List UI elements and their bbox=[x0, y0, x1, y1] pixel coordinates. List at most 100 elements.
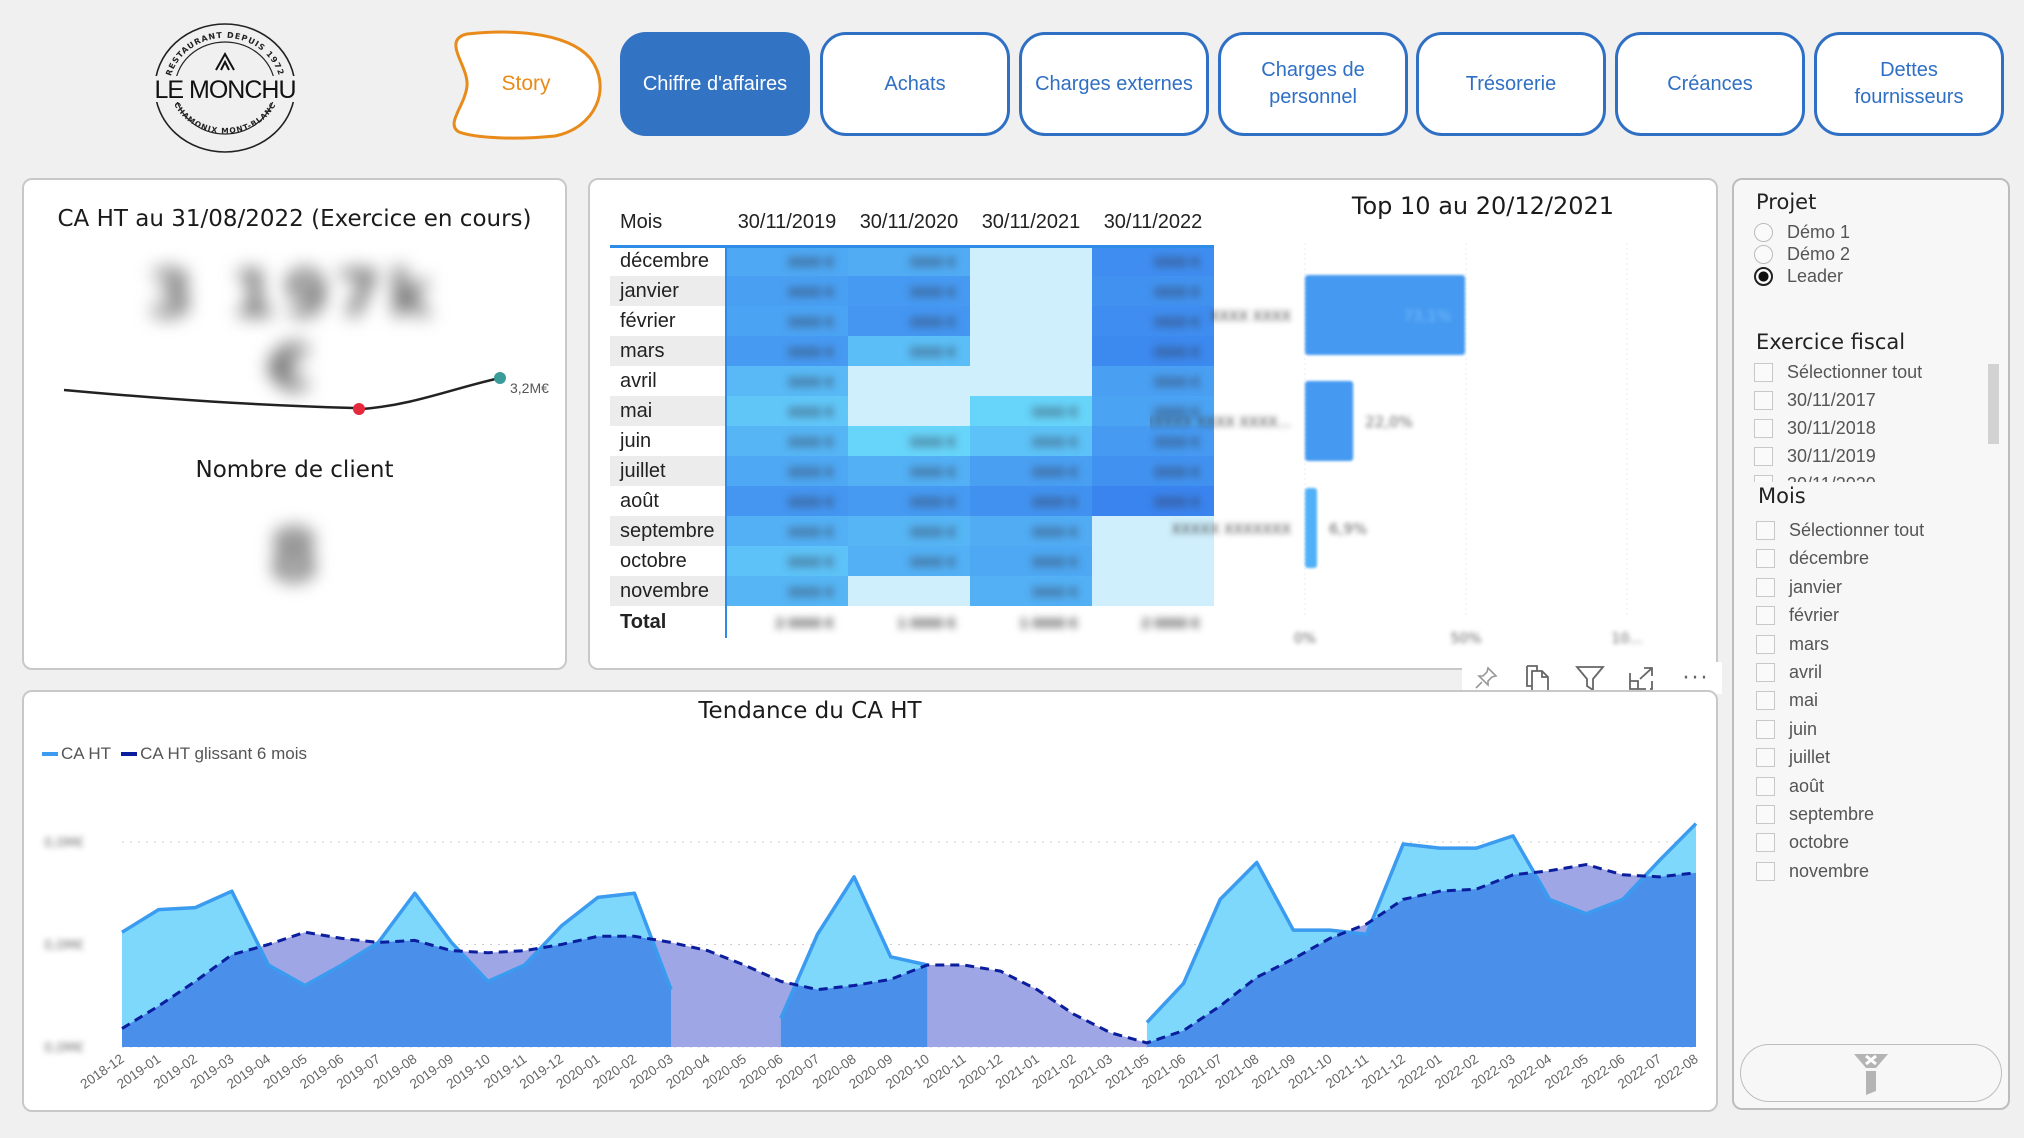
matrix-cell[interactable] bbox=[970, 276, 1092, 306]
nav-achats[interactable]: Achats bbox=[820, 32, 1010, 136]
slicer-exercice-option[interactable]: 30/11/2018 bbox=[1754, 418, 1876, 439]
slicer-mois-option[interactable]: juillet bbox=[1756, 747, 1830, 768]
checkbox-icon[interactable] bbox=[1754, 391, 1773, 410]
matrix-cell[interactable] bbox=[970, 336, 1092, 366]
matrix-cell[interactable]: 0000 € bbox=[848, 546, 970, 576]
checkbox-icon[interactable] bbox=[1756, 521, 1775, 540]
matrix-cell[interactable] bbox=[848, 366, 970, 396]
matrix-cell[interactable] bbox=[970, 366, 1092, 396]
matrix-cell[interactable]: 0000 € bbox=[726, 516, 848, 546]
matrix-cell[interactable]: 0000 € bbox=[848, 516, 970, 546]
matrix-cell[interactable]: 0000 € bbox=[970, 516, 1092, 546]
checkbox-icon[interactable] bbox=[1756, 748, 1775, 768]
matrix-cell[interactable]: 0000 € bbox=[848, 246, 970, 276]
slicer-exercice-option[interactable]: Sélectionner tout bbox=[1754, 362, 1922, 383]
slicer-mois-option[interactable]: novembre bbox=[1756, 861, 1869, 882]
matrix-cell[interactable]: 0000 € bbox=[726, 546, 848, 576]
matrix-row[interactable]: mai 0000 €0000 €0000 € bbox=[610, 396, 1214, 426]
matrix-row[interactable]: février 0000 €0000 €0000 € bbox=[610, 306, 1214, 336]
matrix-row[interactable]: septembre 0000 € 0000 € 0000 € bbox=[610, 516, 1214, 546]
slicer-mois-option[interactable]: janvier bbox=[1756, 577, 1842, 598]
checkbox-icon[interactable] bbox=[1756, 691, 1775, 711]
top10-bar[interactable] bbox=[1305, 381, 1354, 461]
matrix-cell[interactable]: 0000 € bbox=[848, 486, 970, 516]
matrix-row[interactable]: août 0000 €0000 €0000 €0000 € bbox=[610, 486, 1214, 516]
checkbox-icon[interactable] bbox=[1754, 363, 1773, 382]
checkbox-icon[interactable] bbox=[1756, 577, 1775, 597]
slicer-mois-option[interactable]: mars bbox=[1756, 634, 1829, 655]
slicer-projet-option[interactable]: Démo 2 bbox=[1754, 244, 1850, 265]
matrix-cell[interactable]: 0000 € bbox=[726, 426, 848, 456]
checkbox-icon[interactable] bbox=[1756, 663, 1775, 682]
matrix-row[interactable]: décembre 0000 €0000 €0000 € bbox=[610, 246, 1214, 276]
matrix-cell[interactable]: 0000 € bbox=[970, 546, 1092, 576]
matrix-cell[interactable]: 0000 € bbox=[848, 306, 970, 336]
matrix-row[interactable]: juillet 0000 €0000 €0000 €0000 € bbox=[610, 456, 1214, 486]
matrix-cell[interactable] bbox=[848, 576, 970, 606]
matrix-row[interactable]: mars 0000 €0000 €0000 € bbox=[610, 336, 1214, 366]
nav-creances[interactable]: Créances bbox=[1615, 32, 1805, 136]
radio-selected-icon[interactable] bbox=[1754, 267, 1773, 286]
slicer-projet-option[interactable]: Leader bbox=[1754, 266, 1843, 287]
slicer-projet-option[interactable]: Démo 1 bbox=[1754, 222, 1850, 243]
matrix-cell[interactable]: 0000 € bbox=[726, 396, 848, 426]
matrix-cell[interactable]: 0000 € bbox=[726, 246, 848, 276]
matrix-cell[interactable]: 0000 € bbox=[726, 576, 848, 606]
slicer-exercice-option[interactable]: 30/11/2019 bbox=[1754, 446, 1876, 467]
checkbox-icon[interactable] bbox=[1754, 419, 1773, 438]
slicer-mois-option[interactable]: Sélectionner tout bbox=[1756, 520, 1924, 541]
matrix-cell[interactable]: 0000 € bbox=[848, 276, 970, 306]
matrix-cell[interactable]: 0000 € bbox=[726, 366, 848, 396]
matrix-cell[interactable]: 0000 € bbox=[726, 336, 848, 366]
slicer-mois-option[interactable]: décembre bbox=[1756, 548, 1869, 569]
matrix-header-col[interactable]: 30/11/2021 bbox=[970, 200, 1092, 246]
slicer-mois-option[interactable]: avril bbox=[1756, 662, 1822, 683]
matrix-row[interactable]: octobre 0000 € 0000 € 0000 € bbox=[610, 546, 1214, 576]
matrix-cell[interactable]: 0000 € bbox=[726, 276, 848, 306]
matrix-cell[interactable]: 0000 € bbox=[726, 486, 848, 516]
top10-bar[interactable] bbox=[1305, 488, 1317, 568]
radio-unselected-icon[interactable] bbox=[1754, 245, 1773, 264]
clear-filters-button[interactable] bbox=[1740, 1044, 2002, 1102]
checkbox-icon[interactable] bbox=[1756, 719, 1775, 739]
checkbox-icon[interactable] bbox=[1754, 475, 1773, 482]
matrix-cell[interactable] bbox=[848, 396, 970, 426]
checkbox-icon[interactable] bbox=[1756, 776, 1775, 796]
matrix-cell[interactable]: 0000 € bbox=[970, 426, 1092, 456]
matrix-row[interactable]: juin 0000 €0000 €0000 €0000 € bbox=[610, 426, 1214, 456]
slicer-mois-option[interactable]: juin bbox=[1756, 719, 1817, 740]
radio-unselected-icon[interactable] bbox=[1754, 223, 1773, 242]
matrix-cell[interactable]: 0000 € bbox=[970, 576, 1092, 606]
matrix-header-col[interactable]: 30/11/2019 bbox=[726, 200, 848, 246]
nav-charges-personnel[interactable]: Charges de personnel bbox=[1218, 32, 1408, 136]
nav-tresorerie[interactable]: Trésorerie bbox=[1416, 32, 1606, 136]
nav-dettes-fournisseurs[interactable]: Dettes fournisseurs bbox=[1814, 32, 2004, 136]
slicer-mois-option[interactable]: février bbox=[1756, 605, 1839, 626]
matrix-cell[interactable]: 0000 € bbox=[726, 306, 848, 336]
matrix-cell[interactable]: 0000 € bbox=[848, 426, 970, 456]
checkbox-icon[interactable] bbox=[1756, 634, 1775, 654]
slicer-mois-option[interactable]: mai bbox=[1756, 690, 1818, 711]
matrix-cell[interactable]: 0000 € bbox=[970, 456, 1092, 486]
matrix-row[interactable]: avril 0000 €0000 € bbox=[610, 366, 1214, 396]
checkbox-icon[interactable] bbox=[1756, 606, 1775, 626]
matrix-cell[interactable]: 0000 € bbox=[848, 336, 970, 366]
slicer-exercice-option[interactable]: 30/11/2017 bbox=[1754, 390, 1876, 411]
slicer-mois-option[interactable]: octobre bbox=[1756, 832, 1849, 853]
matrix-cell[interactable]: 0000 € bbox=[970, 396, 1092, 426]
matrix-cell[interactable]: 0000 € bbox=[848, 456, 970, 486]
matrix-header-mois[interactable]: Mois bbox=[610, 200, 726, 246]
nav-charges-externes[interactable]: Charges externes bbox=[1019, 32, 1209, 136]
checkbox-icon[interactable] bbox=[1756, 833, 1775, 853]
checkbox-icon[interactable] bbox=[1756, 549, 1775, 569]
nav-chiffre-affaires[interactable]: Chiffre d'affaires bbox=[620, 32, 810, 136]
slicer-exercice-option[interactable]: 30/11/2020 bbox=[1754, 474, 1876, 482]
matrix-row[interactable]: janvier 0000 €0000 €0000 € bbox=[610, 276, 1214, 306]
matrix-row[interactable]: novembre 0000 € 0000 € bbox=[610, 576, 1214, 606]
matrix-cell[interactable]: 0000 € bbox=[726, 456, 848, 486]
story-button[interactable]: Story bbox=[445, 28, 607, 142]
checkbox-icon[interactable] bbox=[1756, 805, 1775, 824]
matrix-cell[interactable] bbox=[970, 306, 1092, 336]
checkbox-icon[interactable] bbox=[1754, 447, 1773, 466]
slicer-mois-option[interactable]: août bbox=[1756, 776, 1824, 797]
